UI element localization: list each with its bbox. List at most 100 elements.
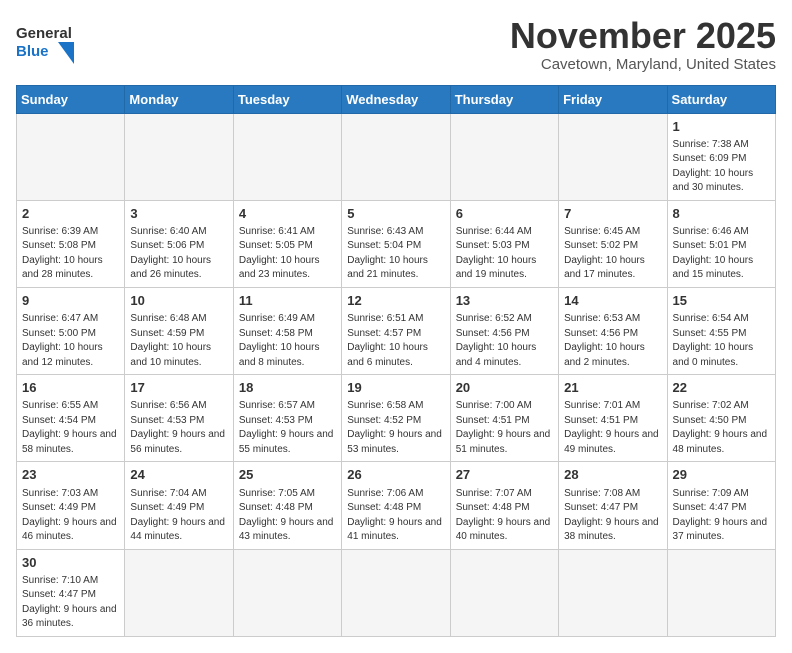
calendar-cell: 15Sunrise: 6:54 AM Sunset: 4:55 PM Dayli… bbox=[667, 287, 775, 374]
calendar-week-row: 16 Sunrise: 6:55 AM Sunset: 4:54 PM Dayli… bbox=[17, 375, 776, 462]
day-number: 24 bbox=[130, 466, 227, 484]
calendar-cell: 10Sunrise: 6:48 AM Sunset: 4:59 PM Dayli… bbox=[125, 287, 233, 374]
calendar-cell bbox=[342, 549, 450, 636]
calendar-cell: 25Sunrise: 7:05 AM Sunset: 4:48 PM Dayli… bbox=[233, 462, 341, 549]
calendar-cell: 20Sunrise: 7:00 AM Sunset: 4:51 PM Dayli… bbox=[450, 375, 558, 462]
calendar-cell: 4 Sunrise: 6:41 AM Sunset: 5:05 PM Daylig… bbox=[233, 200, 341, 287]
month-title: November 2025 bbox=[510, 16, 776, 56]
day-number: 19 bbox=[347, 379, 444, 397]
page-header: General Blue November 2025 Cavetown, Mar… bbox=[16, 16, 776, 73]
calendar-table: SundayMondayTuesdayWednesdayThursdayFrid… bbox=[16, 85, 776, 637]
calendar-cell bbox=[450, 113, 558, 200]
day-info: Sunrise: 7:07 AM Sunset: 4:48 PM Dayligh… bbox=[456, 487, 553, 545]
calendar-cell: 1 Sunrise: 7:38 AM Sunset: 6:09 PM Daylig… bbox=[667, 113, 775, 200]
day-number: 18 bbox=[239, 379, 336, 397]
day-number: 9 bbox=[22, 292, 119, 310]
day-info: Sunrise: 6:45 AM Sunset: 5:02 PM Dayligh… bbox=[564, 225, 661, 283]
logo: General Blue bbox=[16, 16, 76, 68]
day-number: 13 bbox=[456, 292, 553, 310]
calendar-cell: 16 Sunrise: 6:55 AM Sunset: 4:54 PM Dayli… bbox=[17, 375, 125, 462]
calendar-cell: 14Sunrise: 6:53 AM Sunset: 4:56 PM Dayli… bbox=[559, 287, 667, 374]
calendar-cell bbox=[667, 549, 775, 636]
weekday-header-friday: Friday bbox=[559, 85, 667, 113]
calendar-cell: 21 Sunrise: 7:01 AM Sunset: 4:51 PM Dayli… bbox=[559, 375, 667, 462]
day-number: 12 bbox=[347, 292, 444, 310]
day-number: 21 bbox=[564, 379, 661, 397]
title-area: November 2025 Cavetown, Maryland, United… bbox=[510, 16, 776, 73]
calendar-cell: 24 Sunrise: 7:04 AM Sunset: 4:49 PM Dayli… bbox=[125, 462, 233, 549]
day-number: 25 bbox=[239, 466, 336, 484]
day-info: Sunrise: 6:39 AM Sunset: 5:08 PM Dayligh… bbox=[22, 225, 119, 283]
day-number: 27 bbox=[456, 466, 553, 484]
calendar-cell bbox=[342, 113, 450, 200]
day-number: 26 bbox=[347, 466, 444, 484]
calendar-cell: 28 Sunrise: 7:08 AM Sunset: 4:47 PM Dayli… bbox=[559, 462, 667, 549]
calendar-cell: 23Sunrise: 7:03 AM Sunset: 4:49 PM Dayli… bbox=[17, 462, 125, 549]
calendar-cell: 13 Sunrise: 6:52 AM Sunset: 4:56 PM Dayli… bbox=[450, 287, 558, 374]
day-info: Sunrise: 6:47 AM Sunset: 5:00 PM Dayligh… bbox=[22, 312, 119, 370]
day-info: Sunrise: 6:57 AM Sunset: 4:53 PM Dayligh… bbox=[239, 399, 336, 457]
day-info: Sunrise: 7:09 AM Sunset: 4:47 PM Dayligh… bbox=[673, 487, 770, 545]
calendar-cell bbox=[559, 549, 667, 636]
calendar-header-row: SundayMondayTuesdayWednesdayThursdayFrid… bbox=[17, 85, 776, 113]
calendar-cell: 19 Sunrise: 6:58 AM Sunset: 4:52 PM Dayli… bbox=[342, 375, 450, 462]
day-info: Sunrise: 7:38 AM Sunset: 6:09 PM Dayligh… bbox=[673, 138, 770, 196]
day-number: 1 bbox=[673, 118, 770, 136]
calendar-cell bbox=[17, 113, 125, 200]
calendar-cell: 7 Sunrise: 6:45 AM Sunset: 5:02 PM Daylig… bbox=[559, 200, 667, 287]
calendar-cell: 12Sunrise: 6:51 AM Sunset: 4:57 PM Dayli… bbox=[342, 287, 450, 374]
day-number: 2 bbox=[22, 205, 119, 223]
day-info: Sunrise: 6:43 AM Sunset: 5:04 PM Dayligh… bbox=[347, 225, 444, 283]
calendar-cell: 26Sunrise: 7:06 AM Sunset: 4:48 PM Dayli… bbox=[342, 462, 450, 549]
day-info: Sunrise: 6:52 AM Sunset: 4:56 PM Dayligh… bbox=[456, 312, 553, 370]
calendar-week-row: 2 Sunrise: 6:39 AM Sunset: 5:08 PM Daylig… bbox=[17, 200, 776, 287]
day-number: 28 bbox=[564, 466, 661, 484]
calendar-cell: 30Sunrise: 7:10 AM Sunset: 4:47 PM Dayli… bbox=[17, 549, 125, 636]
svg-text:General: General bbox=[16, 25, 72, 42]
day-info: Sunrise: 7:00 AM Sunset: 4:51 PM Dayligh… bbox=[456, 399, 553, 457]
day-number: 15 bbox=[673, 292, 770, 310]
day-number: 16 bbox=[22, 379, 119, 397]
calendar-cell bbox=[125, 113, 233, 200]
day-number: 30 bbox=[22, 554, 119, 572]
day-number: 14 bbox=[564, 292, 661, 310]
calendar-cell: 17Sunrise: 6:56 AM Sunset: 4:53 PM Dayli… bbox=[125, 375, 233, 462]
calendar-cell: 9 Sunrise: 6:47 AM Sunset: 5:00 PM Daylig… bbox=[17, 287, 125, 374]
day-number: 10 bbox=[130, 292, 227, 310]
calendar-cell: 11Sunrise: 6:49 AM Sunset: 4:58 PM Dayli… bbox=[233, 287, 341, 374]
day-info: Sunrise: 6:41 AM Sunset: 5:05 PM Dayligh… bbox=[239, 225, 336, 283]
day-info: Sunrise: 6:44 AM Sunset: 5:03 PM Dayligh… bbox=[456, 225, 553, 283]
calendar-week-row: 30Sunrise: 7:10 AM Sunset: 4:47 PM Dayli… bbox=[17, 549, 776, 636]
day-info: Sunrise: 7:04 AM Sunset: 4:49 PM Dayligh… bbox=[130, 487, 227, 545]
location: Cavetown, Maryland, United States bbox=[510, 56, 776, 73]
weekday-header-tuesday: Tuesday bbox=[233, 85, 341, 113]
day-info: Sunrise: 6:58 AM Sunset: 4:52 PM Dayligh… bbox=[347, 399, 444, 457]
day-info: Sunrise: 6:55 AM Sunset: 4:54 PM Dayligh… bbox=[22, 399, 119, 457]
weekday-header-sunday: Sunday bbox=[17, 85, 125, 113]
day-info: Sunrise: 7:01 AM Sunset: 4:51 PM Dayligh… bbox=[564, 399, 661, 457]
calendar-cell: 27 Sunrise: 7:07 AM Sunset: 4:48 PM Dayli… bbox=[450, 462, 558, 549]
day-number: 3 bbox=[130, 205, 227, 223]
day-number: 6 bbox=[456, 205, 553, 223]
day-info: Sunrise: 7:08 AM Sunset: 4:47 PM Dayligh… bbox=[564, 487, 661, 545]
calendar-week-row: 9 Sunrise: 6:47 AM Sunset: 5:00 PM Daylig… bbox=[17, 287, 776, 374]
calendar-cell: 6 Sunrise: 6:44 AM Sunset: 5:03 PM Daylig… bbox=[450, 200, 558, 287]
day-number: 29 bbox=[673, 466, 770, 484]
day-number: 22 bbox=[673, 379, 770, 397]
weekday-header-wednesday: Wednesday bbox=[342, 85, 450, 113]
calendar-cell: 22 Sunrise: 7:02 AM Sunset: 4:50 PM Dayli… bbox=[667, 375, 775, 462]
day-number: 17 bbox=[130, 379, 227, 397]
day-number: 4 bbox=[239, 205, 336, 223]
day-info: Sunrise: 7:02 AM Sunset: 4:50 PM Dayligh… bbox=[673, 399, 770, 457]
day-number: 7 bbox=[564, 205, 661, 223]
calendar-cell bbox=[559, 113, 667, 200]
calendar-cell bbox=[233, 113, 341, 200]
svg-text:Blue: Blue bbox=[16, 43, 49, 60]
day-number: 8 bbox=[673, 205, 770, 223]
calendar-cell: 29 Sunrise: 7:09 AM Sunset: 4:47 PM Dayli… bbox=[667, 462, 775, 549]
logo-icon: General Blue bbox=[16, 16, 76, 68]
day-info: Sunrise: 6:40 AM Sunset: 5:06 PM Dayligh… bbox=[130, 225, 227, 283]
day-number: 5 bbox=[347, 205, 444, 223]
calendar-cell bbox=[233, 549, 341, 636]
day-info: Sunrise: 6:46 AM Sunset: 5:01 PM Dayligh… bbox=[673, 225, 770, 283]
